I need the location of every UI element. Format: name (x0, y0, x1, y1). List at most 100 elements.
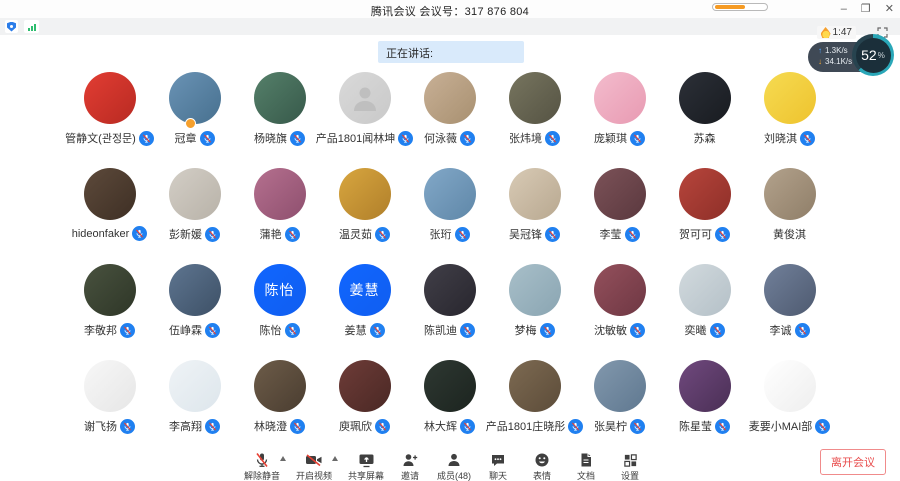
toolbar-emoji-button[interactable]: 表情 (520, 452, 564, 481)
avatar[interactable] (509, 360, 561, 412)
muted-mic-icon[interactable] (795, 323, 810, 338)
muted-mic-icon[interactable] (625, 227, 640, 242)
toolbar-screen-share-button[interactable]: 共享屏幕 (344, 452, 388, 481)
muted-mic-icon[interactable] (630, 323, 645, 338)
avatar[interactable] (594, 72, 646, 124)
avatar[interactable] (764, 360, 816, 412)
participant-tile[interactable]: 梦梅 (492, 264, 577, 338)
default-avatar[interactable] (339, 72, 391, 124)
participant-tile[interactable]: 刘晓淇 (747, 72, 832, 146)
participant-tile[interactable]: 谢飞扬 (67, 360, 152, 434)
muted-mic-icon[interactable] (460, 131, 475, 146)
toolbar-mic-off-button[interactable]: 解除静音 (240, 452, 284, 481)
participant-tile[interactable]: 庾珮欣 (322, 360, 407, 434)
caret-up-icon[interactable] (332, 456, 338, 461)
participant-tile[interactable]: 冠章 (152, 72, 237, 146)
participant-tile[interactable]: 沈敏敏 (577, 264, 662, 338)
muted-mic-icon[interactable] (715, 227, 730, 242)
avatar[interactable] (594, 264, 646, 316)
participant-tile[interactable]: 吴冠锋 (492, 168, 577, 242)
participant-tile[interactable]: 杨晓旗 (237, 72, 322, 146)
participant-tile[interactable]: 伍峥霖 (152, 264, 237, 338)
muted-mic-icon[interactable] (455, 227, 470, 242)
toolbar-doc-button[interactable]: 文档 (564, 452, 608, 481)
participant-tile[interactable]: 陈怡陈怡 (237, 264, 322, 338)
muted-mic-icon[interactable] (630, 131, 645, 146)
avatar[interactable] (594, 360, 646, 412)
participant-tile[interactable]: hideonfaker (67, 168, 152, 242)
muted-mic-icon[interactable] (460, 419, 475, 434)
participant-tile[interactable]: 姜慧姜慧 (322, 264, 407, 338)
avatar[interactable] (339, 168, 391, 220)
avatar[interactable] (594, 168, 646, 220)
participant-tile[interactable]: 温灵茹 (322, 168, 407, 242)
close-button[interactable]: ✕ (885, 0, 894, 18)
participant-tile[interactable]: 李莹 (577, 168, 662, 242)
participant-tile[interactable]: 林大辉 (407, 360, 492, 434)
participant-tile[interactable]: 林晓澄 (237, 360, 322, 434)
muted-mic-icon[interactable] (715, 419, 730, 434)
participant-tile[interactable]: 彭新媛 (152, 168, 237, 242)
avatar[interactable] (254, 168, 306, 220)
muted-mic-icon[interactable] (139, 131, 154, 146)
avatar[interactable] (169, 360, 221, 412)
participant-tile[interactable]: 李高翔 (152, 360, 237, 434)
participant-tile[interactable]: 贺可可 (662, 168, 747, 242)
muted-mic-icon[interactable] (375, 419, 390, 434)
muted-mic-icon[interactable] (120, 323, 135, 338)
caret-up-icon[interactable] (280, 456, 286, 461)
muted-mic-icon[interactable] (710, 323, 725, 338)
muted-mic-icon[interactable] (290, 131, 305, 146)
avatar[interactable]: 姜慧 (339, 264, 391, 316)
participant-tile[interactable]: 陈星莹 (662, 360, 747, 434)
avatar[interactable] (254, 72, 306, 124)
minimize-button[interactable]: – (841, 0, 847, 18)
avatar[interactable] (424, 72, 476, 124)
avatar[interactable] (339, 360, 391, 412)
participant-tile[interactable]: 何泳薇 (407, 72, 492, 146)
participant-tile[interactable]: 产品1801庄晓彤 (492, 360, 577, 434)
muted-mic-icon[interactable] (375, 227, 390, 242)
muted-mic-icon[interactable] (370, 323, 385, 338)
participant-tile[interactable]: 张炜境 (492, 72, 577, 146)
participant-tile[interactable]: 陈凯迪 (407, 264, 492, 338)
security-shield-icon[interactable] (5, 20, 18, 33)
participant-tile[interactable]: 李敬邦 (67, 264, 152, 338)
avatar[interactable] (424, 264, 476, 316)
avatar[interactable]: 陈怡 (254, 264, 306, 316)
avatar[interactable] (509, 168, 561, 220)
muted-mic-icon[interactable] (285, 323, 300, 338)
avatar[interactable] (84, 264, 136, 316)
muted-mic-icon[interactable] (545, 131, 560, 146)
participant-tile[interactable]: 张昊柠 (577, 360, 662, 434)
avatar[interactable] (169, 168, 221, 220)
avatar[interactable] (679, 168, 731, 220)
avatar[interactable] (764, 168, 816, 220)
muted-mic-icon[interactable] (398, 131, 413, 146)
muted-mic-icon[interactable] (630, 419, 645, 434)
avatar[interactable] (424, 360, 476, 412)
participant-tile[interactable]: 张珩 (407, 168, 492, 242)
participant-tile[interactable]: 产品1801闻林坤 (322, 72, 407, 146)
avatar[interactable] (84, 72, 136, 124)
participant-tile[interactable]: 麦要小MAI部 (747, 360, 832, 434)
muted-mic-icon[interactable] (205, 227, 220, 242)
avatar[interactable] (84, 168, 136, 220)
avatar[interactable] (764, 72, 816, 124)
muted-mic-icon[interactable] (815, 419, 830, 434)
toolbar-settings-button[interactable]: 设置 (608, 452, 652, 481)
percent-ring[interactable]: 52% (852, 34, 894, 76)
avatar[interactable] (509, 264, 561, 316)
avatar[interactable] (254, 360, 306, 412)
muted-mic-icon[interactable] (205, 419, 220, 434)
participant-tile[interactable]: 奕曦 (662, 264, 747, 338)
muted-mic-icon[interactable] (568, 419, 583, 434)
toolbar-invite-button[interactable]: 邀请 (388, 452, 432, 481)
participant-tile[interactable]: 苏森 (662, 72, 747, 146)
avatar[interactable] (679, 264, 731, 316)
toolbar-camera-off-button[interactable]: 开启视频 (292, 452, 336, 481)
muted-mic-icon[interactable] (460, 323, 475, 338)
leave-meeting-button[interactable]: 离开会议 (820, 449, 886, 475)
muted-mic-icon[interactable] (132, 226, 147, 241)
avatar[interactable] (764, 264, 816, 316)
